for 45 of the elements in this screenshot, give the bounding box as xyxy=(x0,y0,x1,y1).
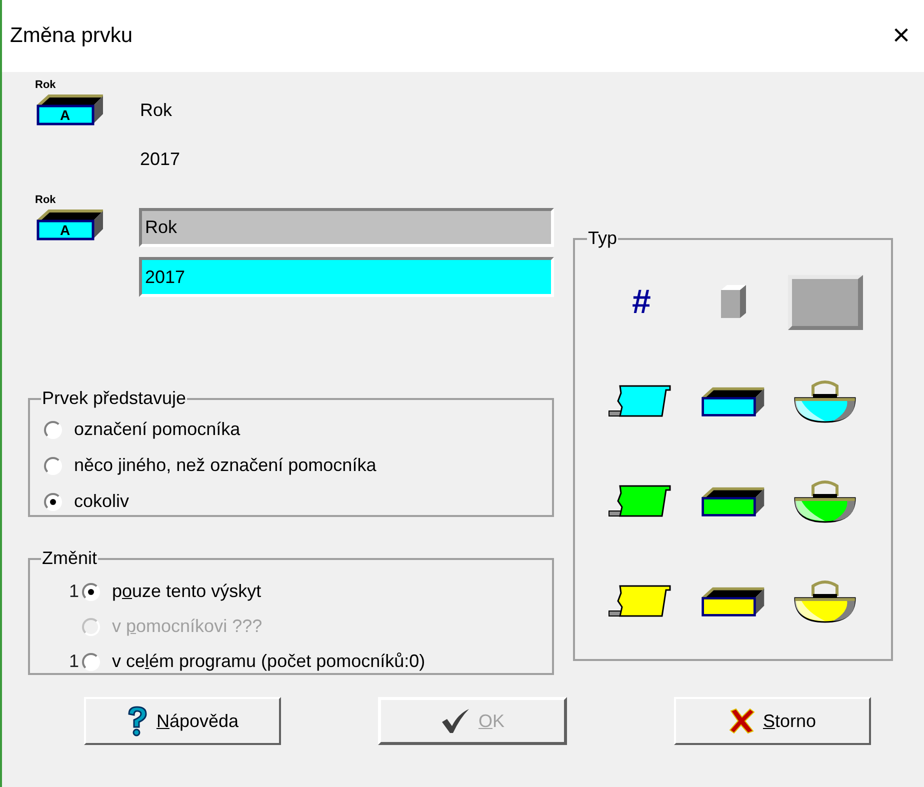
box-icon xyxy=(35,94,105,126)
name-field[interactable]: Rok xyxy=(139,208,554,247)
window-title: Změna prvku xyxy=(10,23,133,50)
hash-symbol[interactable]: # xyxy=(632,285,650,319)
icon-caption: Rok xyxy=(35,195,56,206)
radio-label: v celém programu (počet pomocníků:0) xyxy=(112,650,426,673)
element-name: Rok xyxy=(140,99,174,122)
open-box-icon[interactable] xyxy=(700,486,766,518)
check-icon xyxy=(440,708,470,734)
radio-label: cokoliv xyxy=(74,490,130,513)
paper-icon[interactable] xyxy=(608,385,674,419)
icon-letter: A xyxy=(60,106,70,124)
close-icon[interactable]: × xyxy=(886,21,916,51)
close-icon xyxy=(728,708,755,734)
radio-button[interactable] xyxy=(44,492,62,510)
radio-label: označení pomocníka xyxy=(74,418,240,441)
group-title: Typ xyxy=(587,227,618,250)
group-title: Změnit xyxy=(41,547,98,570)
open-box-icon[interactable] xyxy=(700,586,766,618)
radio-label: pouze tento výskyt xyxy=(112,580,262,603)
radio-button[interactable] xyxy=(44,420,62,438)
raised-panel-icon[interactable] xyxy=(788,274,862,330)
element-value: 2017 xyxy=(140,148,180,171)
count-label: 1 xyxy=(68,650,79,673)
count-label: 1 xyxy=(68,580,79,603)
paper-icon[interactable] xyxy=(608,485,674,519)
cancel-button[interactable]: Storno xyxy=(674,697,871,745)
box-icon xyxy=(35,209,105,241)
open-box-icon[interactable] xyxy=(700,386,766,418)
radio-label: v pomocníkovi ??? xyxy=(112,615,262,638)
icon-caption: Rok xyxy=(35,80,56,91)
radio-button[interactable] xyxy=(82,652,100,670)
radio-label: něco jiného, než označení pomocníka xyxy=(74,454,376,477)
cube-icon[interactable] xyxy=(719,284,747,320)
radio-button[interactable] xyxy=(44,456,62,474)
value-field[interactable]: 2017 xyxy=(139,257,554,297)
basket-icon[interactable] xyxy=(793,380,857,424)
help-button[interactable]: Nápověda xyxy=(84,697,281,745)
radio-button[interactable] xyxy=(82,582,100,600)
paper-icon[interactable] xyxy=(608,585,674,619)
question-icon xyxy=(126,705,148,737)
icon-letter: A xyxy=(60,221,70,239)
basket-icon[interactable] xyxy=(793,480,857,524)
basket-icon[interactable] xyxy=(793,580,857,624)
group-title: Prvek představuje xyxy=(41,387,188,410)
